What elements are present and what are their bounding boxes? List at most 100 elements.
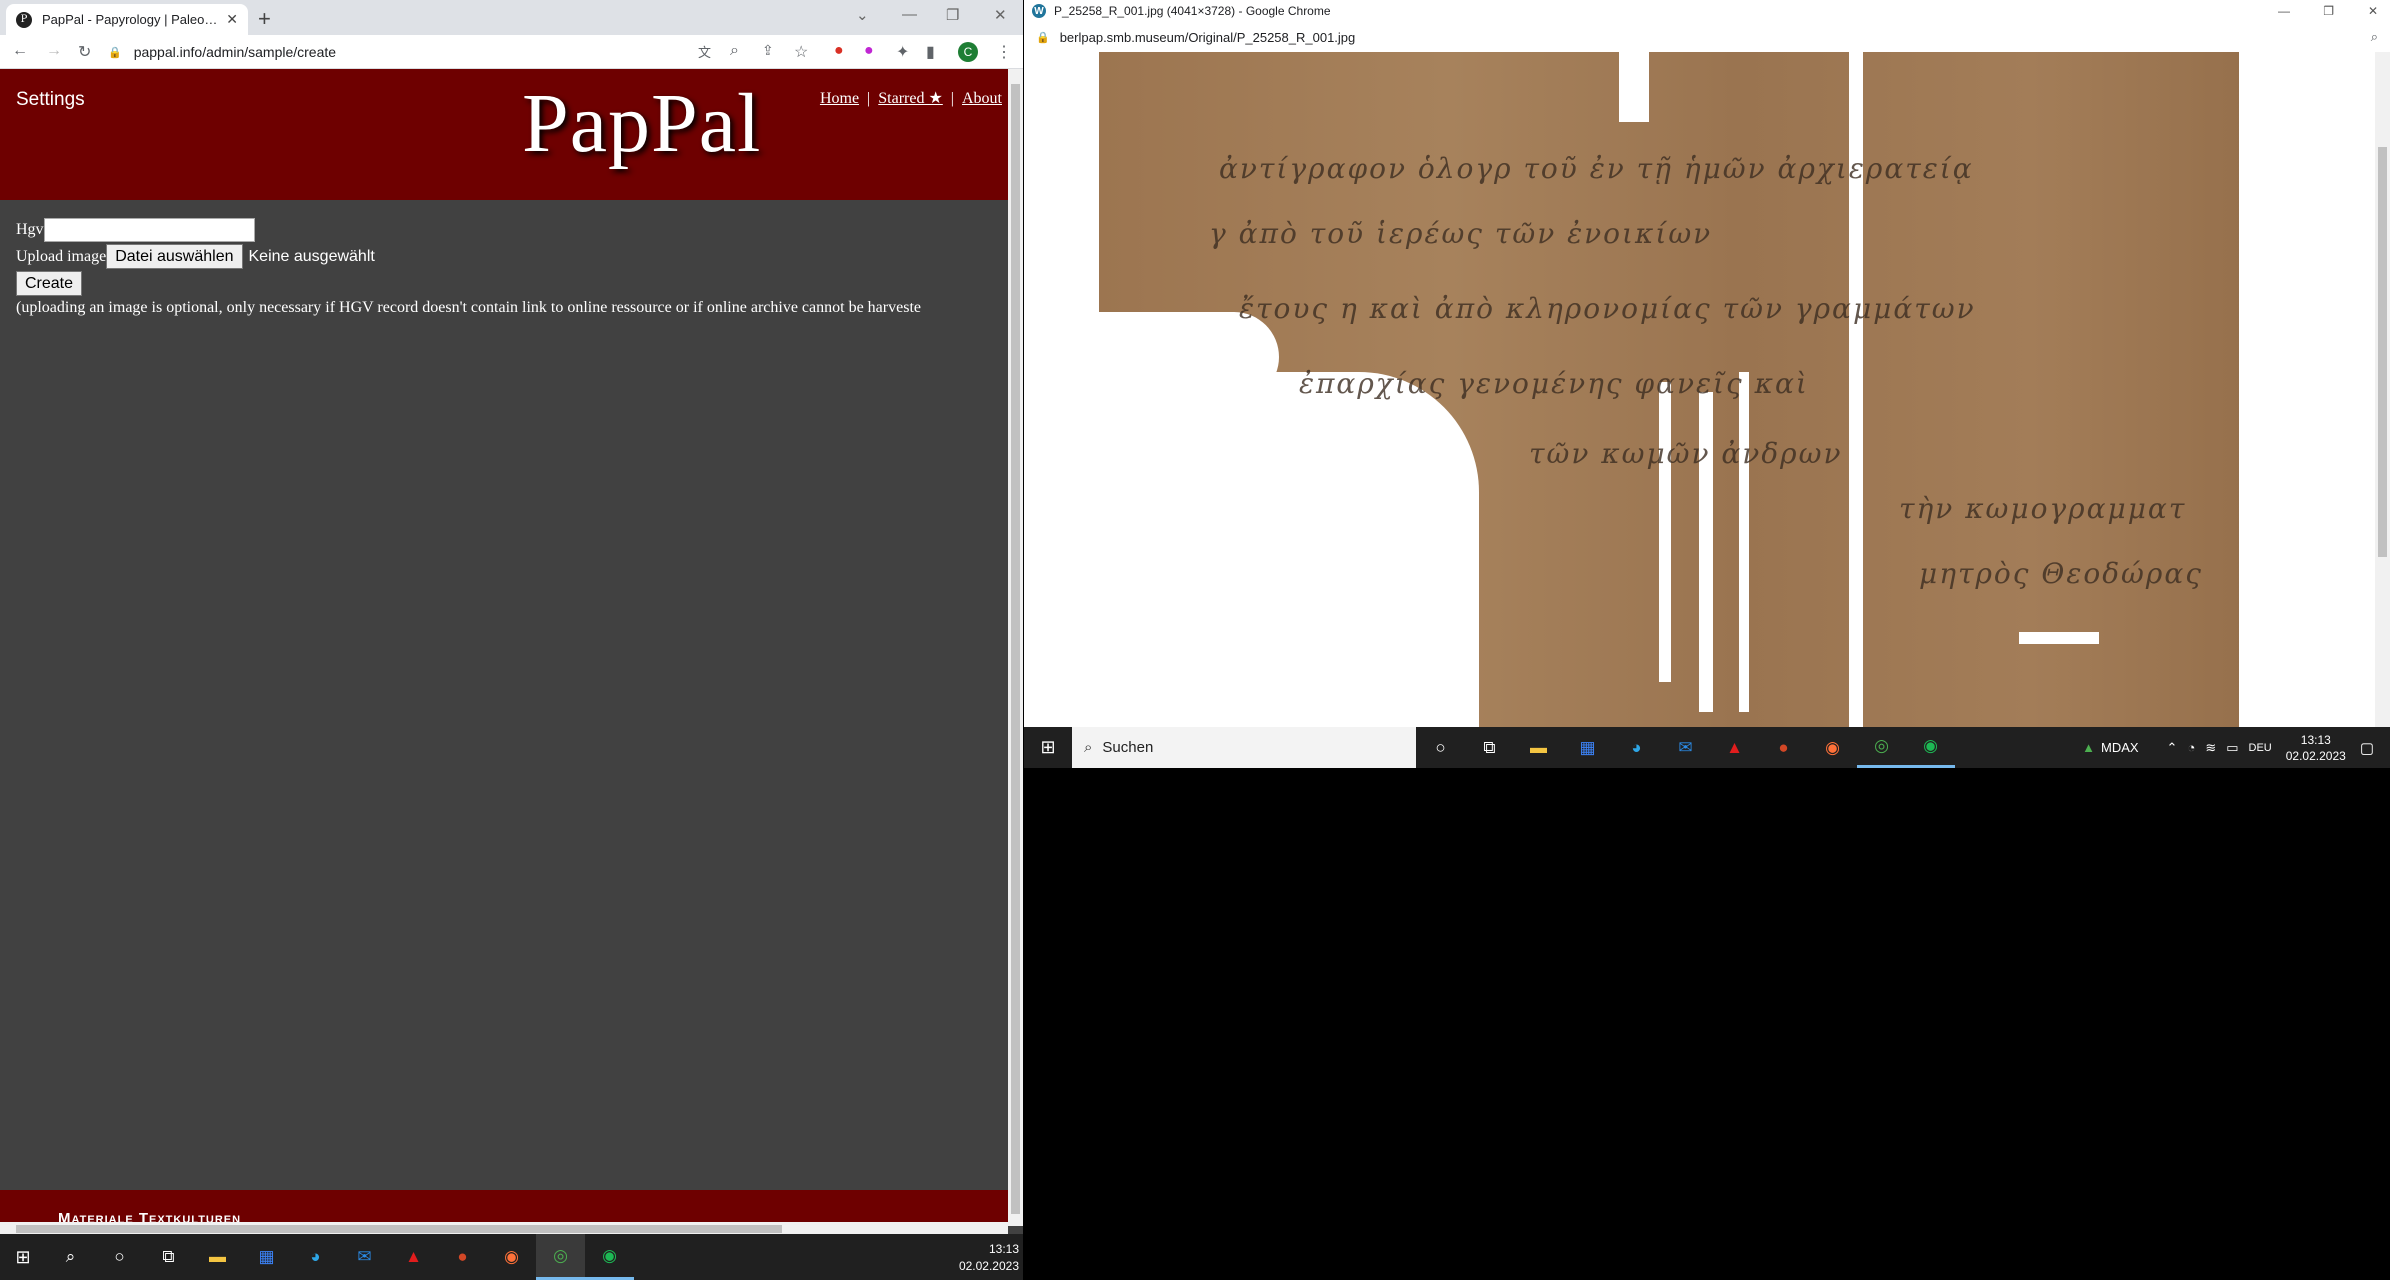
extension-red-icon[interactable]: ● [834, 42, 844, 60]
nav-starred[interactable]: Starred ★ [878, 90, 943, 107]
zoom-icon[interactable]: ⌕ [730, 42, 739, 60]
task-view-icon[interactable]: ⧉ [144, 1234, 193, 1280]
forward-icon[interactable]: → [46, 42, 62, 60]
restore-icon[interactable]: ❐ [2323, 4, 2334, 18]
zoom-icon[interactable]: ⌕ [2371, 29, 2378, 45]
greek-line: γ ἀπὸ τοῦ ἱερέως τῶν ἐνοικίων [1209, 217, 1713, 250]
no-file-selected-text: Keine ausgewählt [248, 247, 375, 265]
file-explorer-icon[interactable]: ▬ [193, 1234, 242, 1280]
side-panel-icon[interactable]: ▮ [926, 42, 935, 62]
vertical-scrollbar[interactable] [2375, 52, 2390, 727]
tab-search-chevron-icon[interactable]: ⌄ [856, 6, 869, 24]
mail-icon[interactable]: ✉ [1661, 727, 1710, 768]
chrome-icon[interactable]: ◎ [536, 1234, 585, 1280]
right-browser-window: W P_25258_R_001.jpg (4041×3728) - Google… [1024, 0, 2390, 768]
taskbar-search[interactable]: ⌕ Suchen [1072, 727, 1416, 768]
system-tray: ▲ MDAX ⌃ ◔ ≋ ▭ DEU 13:13 02.02.2023 ▢ [2082, 727, 2390, 768]
minimize-icon[interactable]: — [902, 6, 917, 23]
create-sample-form: Hgv Upload image Datei auswählen Keine a… [16, 216, 1006, 317]
share-icon[interactable]: ⇪ [762, 42, 774, 59]
right-address-url: berlpap.smb.museum/Original/P_25258_R_00… [1059, 29, 1356, 45]
extensions-puzzle-icon[interactable]: ✦ [896, 42, 909, 62]
cortana-icon[interactable]: ○ [1416, 727, 1465, 768]
acrobat-icon[interactable]: ▲ [1710, 727, 1759, 768]
powerpoint-icon[interactable]: ● [438, 1234, 487, 1280]
greek-line: ἐπαρχίας γενομένης φανεῖς καὶ [1299, 367, 1809, 400]
choose-file-button[interactable]: Datei auswählen [106, 244, 243, 269]
task-view-icon[interactable]: ⧉ [1465, 727, 1514, 768]
windows-start-icon[interactable]: ⊞ [1024, 737, 1072, 758]
browser-toolbar: ← → ↻ 🔒 pappal.info/admin/sample/create … [0, 35, 1023, 69]
upload-note: (uploading an image is optional, only ne… [16, 299, 921, 316]
powerpoint-icon[interactable]: ● [1759, 727, 1808, 768]
vertical-scrollbar[interactable] [1008, 69, 1023, 1226]
chrome-icon[interactable]: ◎ [1857, 727, 1906, 768]
restore-icon[interactable]: ❐ [946, 6, 959, 24]
top-nav: Home | Starred ★ | About [819, 90, 1002, 107]
right-address-bar[interactable]: 🔒 berlpap.smb.museum/Original/P_25258_R_… [1024, 22, 2390, 52]
profile-avatar[interactable]: C [958, 42, 978, 62]
pappal-logo: PapPal [522, 77, 762, 170]
image-viewer: ἀντίγραφον ὁλογρ τοῦ ἐν τῇ ἡμῶν ἀρχιερατ… [1024, 52, 2375, 727]
lock-icon: 🔒 [108, 46, 122, 59]
lock-icon: 🔒 [1036, 31, 1050, 44]
file-explorer-icon[interactable]: ▬ [1514, 727, 1563, 768]
notification-icon[interactable]: ▢ [2360, 739, 2374, 757]
stock-chart-icon[interactable]: ▲ [2082, 740, 2095, 755]
horizontal-scrollbar[interactable] [0, 1222, 1008, 1234]
nav-home[interactable]: Home [820, 90, 859, 107]
papyrus-image: ἀντίγραφον ὁλογρ τοῦ ἐν τῇ ἡμῶν ἀρχιερατ… [1099, 52, 2264, 727]
create-button[interactable]: Create [16, 271, 83, 296]
taskbar-clock[interactable]: 13:13 02.02.2023 [959, 1241, 1019, 1275]
tray-language[interactable]: DEU [2249, 742, 2272, 754]
right-title-bar: W P_25258_R_001.jpg (4041×3728) - Google… [1024, 0, 2390, 22]
settings-link[interactable]: Settings [16, 89, 85, 111]
greek-line: ἔτους η καὶ ἀπὸ κληρονομίας τῶν γραμμάτω… [1239, 292, 1976, 325]
network-icon[interactable]: ◔ [2187, 740, 2195, 755]
greek-line: τὴν κωμογραμματ [1899, 492, 2187, 525]
greek-line: τῶν κωμῶν ἀνδρων [1529, 437, 1843, 470]
edge-icon[interactable]: ◕ [1612, 727, 1661, 768]
back-icon[interactable]: ← [12, 42, 28, 60]
hgv-input[interactable] [43, 217, 255, 242]
acrobat-icon[interactable]: ▲ [389, 1234, 438, 1280]
wifi-icon[interactable]: ≋ [2205, 740, 2216, 756]
bookmark-star-icon[interactable]: ☆ [794, 42, 808, 62]
search-icon[interactable]: ⌕ [46, 1234, 95, 1280]
taskbar-search-placeholder: Suchen [1102, 739, 1154, 756]
spotify-icon[interactable]: ◉ [1906, 727, 1955, 768]
firefox-icon[interactable]: ◉ [487, 1234, 536, 1280]
tray-stock[interactable]: MDAX [2101, 740, 2139, 755]
tray-clock[interactable]: 13:13 02.02.2023 [2286, 732, 2346, 764]
store-icon[interactable]: ▦ [242, 1234, 291, 1280]
chevron-up-icon[interactable]: ⌃ [2167, 740, 2178, 756]
windows-start-icon[interactable]: ⊞ [0, 1234, 46, 1280]
extension-purple-icon[interactable]: ● [864, 42, 874, 60]
wordpress-icon: W [1032, 4, 1046, 18]
reload-icon[interactable]: ↻ [78, 42, 91, 62]
tab-title: PapPal - Papyrology | Paleograph [42, 12, 221, 27]
translate-icon[interactable]: 文 [698, 42, 711, 61]
greek-line: μητρὸς Θεοδώρας [1919, 557, 2203, 590]
browser-tab[interactable]: P PapPal - Papyrology | Paleograph ✕ [6, 4, 248, 35]
battery-icon[interactable]: ▭ [2226, 740, 2238, 756]
firefox-icon[interactable]: ◉ [1808, 727, 1857, 768]
close-tab-icon[interactable]: ✕ [226, 11, 238, 28]
site-footer: Materiale Textkulturen [0, 1190, 1008, 1227]
address-url: pappal.info/admin/sample/create [133, 44, 337, 60]
new-tab-icon[interactable]: + [258, 6, 271, 32]
close-window-icon[interactable]: ✕ [994, 6, 1007, 24]
nav-about[interactable]: About [962, 90, 1002, 107]
edge-icon[interactable]: ◕ [291, 1234, 340, 1280]
tab-strip: P PapPal - Papyrology | Paleograph ✕ + ⌄… [0, 0, 1023, 35]
site-header: Settings PapPal Home | Starred ★ | About [0, 69, 1008, 200]
store-icon[interactable]: ▦ [1563, 727, 1612, 768]
minimize-icon[interactable]: — [2278, 4, 2290, 18]
taskbar-time: 13:13 [988, 1242, 1019, 1256]
mail-icon[interactable]: ✉ [340, 1234, 389, 1280]
taskbar-date: 02.02.2023 [958, 1259, 1019, 1273]
spotify-icon[interactable]: ◉ [585, 1234, 634, 1280]
menu-kebab-icon[interactable]: ⋮ [996, 42, 1012, 62]
cortana-icon[interactable]: ○ [95, 1234, 144, 1280]
close-window-icon[interactable]: ✕ [2368, 4, 2378, 18]
